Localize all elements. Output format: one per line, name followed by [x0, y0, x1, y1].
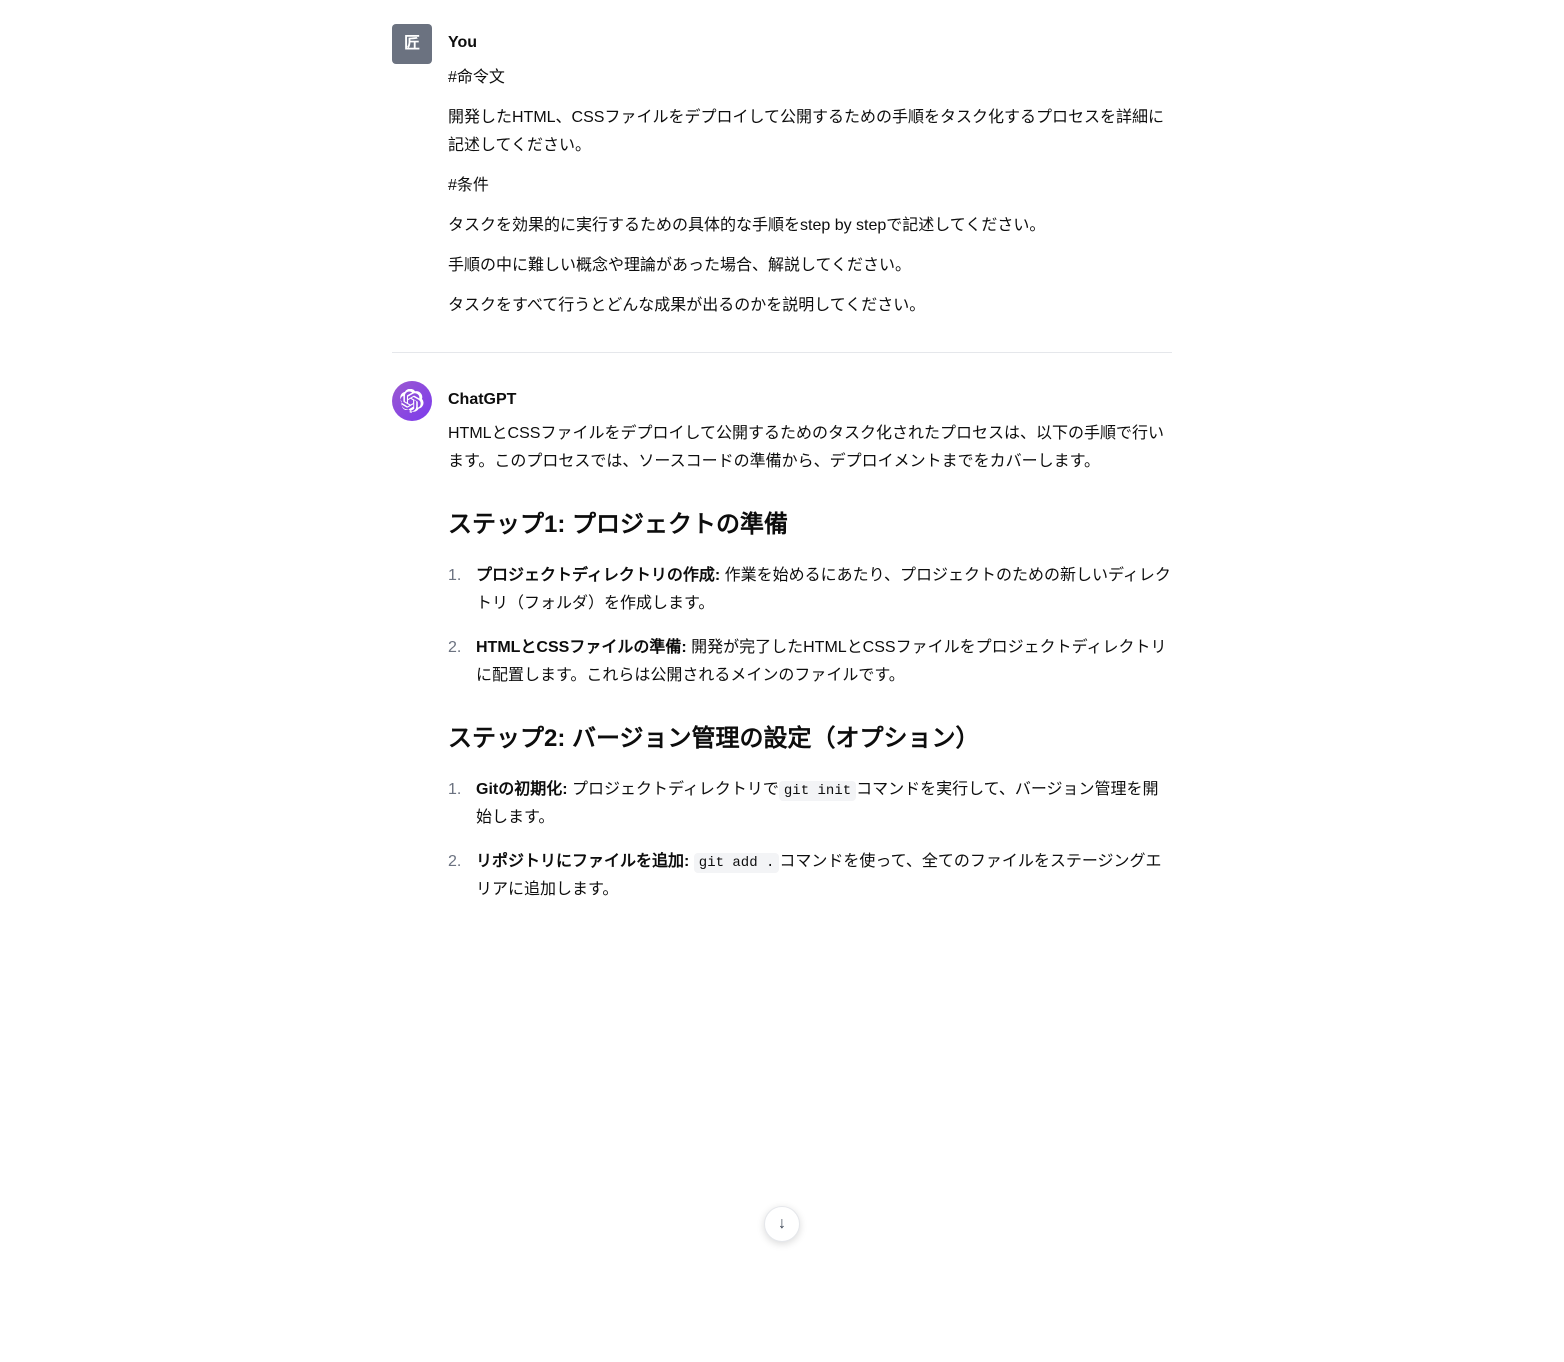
step1-item-2: HTMLとCSSファイルの準備: 開発が完了したHTMLとCSSファイルをプロジ… [448, 634, 1172, 690]
chatgpt-icon [400, 389, 424, 413]
step1-heading: ステップ1: プロジェクトの準備 [448, 504, 1172, 546]
step1-item-1: プロジェクトディレクトリの作成: 作業を始めるにあたり、プロジェクトのための新し… [448, 562, 1172, 618]
scroll-down-icon: ↓ [778, 1211, 786, 1237]
step2-item-2: リポジトリにファイルを追加: git add .コマンドを使って、全てのファイル… [448, 848, 1172, 904]
step2-heading: ステップ2: バージョン管理の設定（オプション） [448, 718, 1172, 760]
chatgpt-message-text: HTMLとCSSファイルをデプロイして公開するためのタスク化されたプロセスは、以… [448, 420, 1172, 904]
step1-list: プロジェクトディレクトリの作成: 作業を始めるにあたり、プロジェクトのための新し… [448, 562, 1172, 690]
user-message-content: You #命令文 開発したHTML、CSSファイルをデプロイして公開するための手… [448, 24, 1172, 320]
chatgpt-sender-name: ChatGPT [448, 387, 1172, 413]
step2-item-1-label: Gitの初期化: [476, 781, 568, 798]
step2-item-2-label: リポジトリにファイルを追加: [476, 853, 689, 870]
user-avatar: 匠 [392, 24, 432, 64]
step2-item-1-content: Gitの初期化: プロジェクトディレクトリでgit initコマンドを実行して、… [476, 776, 1172, 832]
user-condition3: タスクをすべて行うとどんな成果が出るのかを説明してください。 [448, 292, 1172, 320]
user-condition2: 手順の中に難しい概念や理論があった場合、解説してください。 [448, 252, 1172, 280]
step1-item-2-content: HTMLとCSSファイルの準備: 開発が完了したHTMLとCSSファイルをプロジ… [476, 634, 1172, 690]
step2-item-1: Gitの初期化: プロジェクトディレクトリでgit initコマンドを実行して、… [448, 776, 1172, 832]
user-avatar-label: 匠 [404, 31, 420, 57]
user-sender-name: You [448, 30, 1172, 56]
chatgpt-message-block: ChatGPT HTMLとCSSファイルをデプロイして公開するためのタスク化され… [392, 381, 1172, 921]
chat-container: 匠 You #命令文 開発したHTML、CSSファイルをデプロイして公開するため… [352, 0, 1212, 976]
user-condition1: タスクを効果的に実行するための具体的な手順をstep by stepで記述してく… [448, 212, 1172, 240]
user-condition-heading: #条件 [448, 172, 1172, 200]
step1-item-1-label: プロジェクトディレクトリの作成: [476, 567, 720, 584]
message-divider [392, 352, 1172, 353]
chatgpt-message-content: ChatGPT HTMLとCSSファイルをデプロイして公開するためのタスク化され… [448, 381, 1172, 921]
step1-item-2-label: HTMLとCSSファイルの準備: [476, 639, 687, 656]
user-message-body1: 開発したHTML、CSSファイルをデプロイして公開するための手順をタスク化するプ… [448, 104, 1172, 160]
step2-item-2-content: リポジトリにファイルを追加: git add .コマンドを使って、全てのファイル… [476, 848, 1172, 904]
git-add-code: git add . [694, 853, 780, 873]
chatgpt-intro: HTMLとCSSファイルをデプロイして公開するためのタスク化されたプロセスは、以… [448, 420, 1172, 476]
step2-list: Gitの初期化: プロジェクトディレクトリでgit initコマンドを実行して、… [448, 776, 1172, 904]
step2-item-1-text: プロジェクトディレクトリでgit initコマンドを実行して、バージョン管理を開… [476, 781, 1159, 826]
user-message-heading: #命令文 [448, 64, 1172, 92]
scroll-down-button[interactable]: ↓ [764, 1206, 800, 1242]
chatgpt-avatar [392, 381, 432, 421]
user-message-text: #命令文 開発したHTML、CSSファイルをデプロイして公開するための手順をタス… [448, 64, 1172, 320]
user-message-block: 匠 You #命令文 開発したHTML、CSSファイルをデプロイして公開するため… [392, 24, 1172, 320]
step1-item-1-content: プロジェクトディレクトリの作成: 作業を始めるにあたり、プロジェクトのための新し… [476, 562, 1172, 618]
git-init-code: git init [779, 781, 856, 801]
